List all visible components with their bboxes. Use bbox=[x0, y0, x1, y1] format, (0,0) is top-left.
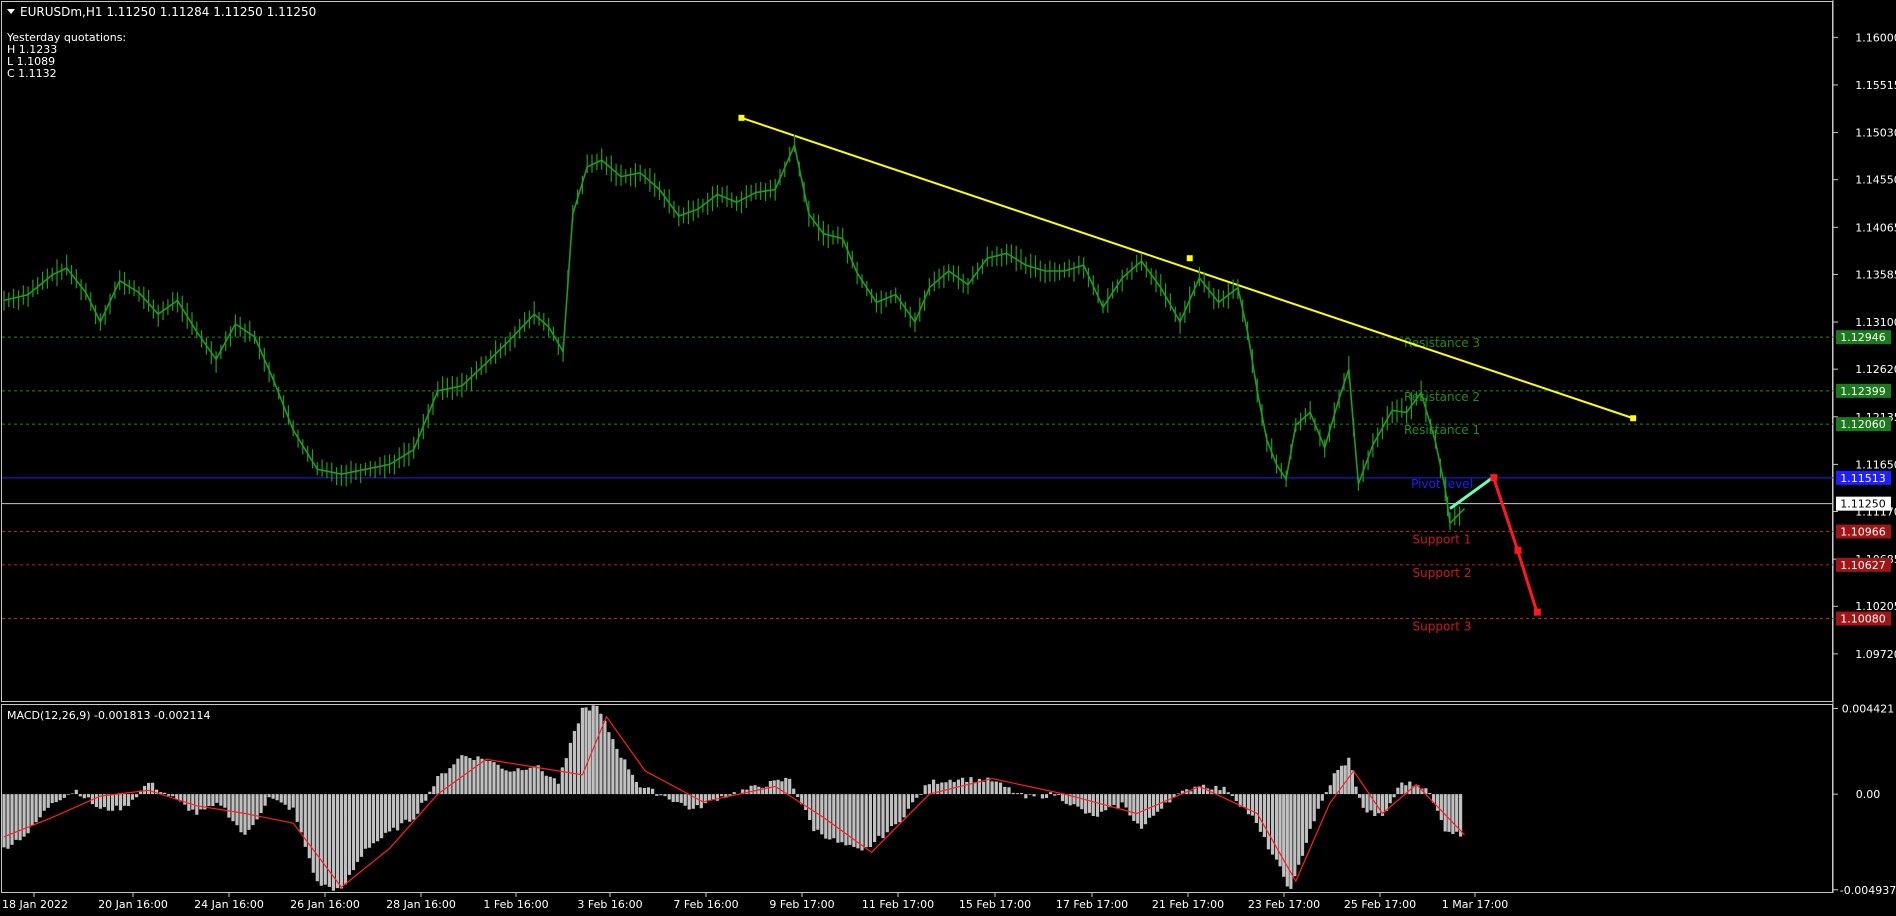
time-axis: 18 Jan 2022 20 Jan 16:00 24 Jan 16:00 26 Ja… bbox=[2, 893, 1508, 911]
price-candles bbox=[3, 134, 1461, 530]
macd-indicator bbox=[2, 705, 1465, 891]
macd-tick-label: -0.004937 bbox=[1840, 884, 1896, 897]
forecast-down-arrow bbox=[1491, 476, 1519, 551]
price-tick-label: 1.13100 bbox=[1855, 316, 1896, 329]
time-tick-label: 3 Feb 16:00 bbox=[577, 898, 642, 911]
trendline[interactable] bbox=[741, 116, 1634, 420]
time-tick-label: 9 Feb 17:00 bbox=[769, 898, 834, 911]
level-price-value: 1.12060 bbox=[1840, 418, 1886, 431]
time-tick-label: 11 Feb 17:00 bbox=[862, 898, 934, 911]
macd-axis: 0.004421 0.00 -0.004937 bbox=[1833, 702, 1896, 897]
time-tick-label: 20 Jan 16:00 bbox=[98, 898, 168, 911]
time-tick-label: 21 Feb 17:00 bbox=[1152, 898, 1224, 911]
macd-tick-label: 0.00 bbox=[1856, 788, 1881, 801]
trendline-group[interactable] bbox=[738, 114, 1637, 422]
price-tick-label: 1.14550 bbox=[1855, 174, 1896, 187]
time-tick-label: 23 Feb 17:00 bbox=[1248, 898, 1320, 911]
time-tick-label: 1 Mar 17:00 bbox=[1442, 898, 1508, 911]
symbol-header: EURUSDm,H1 1.11250 1.11284 1.11250 1.112… bbox=[20, 5, 316, 19]
price-tick-label: 1.11650 bbox=[1855, 458, 1896, 471]
time-tick-label: 1 Feb 16:00 bbox=[483, 898, 548, 911]
trendline-anchor[interactable] bbox=[738, 114, 745, 121]
yesterday-close: C 1.1132 bbox=[7, 67, 57, 80]
trendline-anchor[interactable] bbox=[1186, 255, 1193, 262]
time-tick-label: 24 Jan 16:00 bbox=[194, 898, 264, 911]
time-tick-label: 17 Feb 17:00 bbox=[1056, 898, 1128, 911]
price-tick-label: 1.16000 bbox=[1855, 31, 1896, 44]
level-label: Resistance 1 bbox=[1404, 423, 1480, 437]
price-tick-label: 1.14065 bbox=[1855, 221, 1896, 234]
macd-title: MACD(12,26,9) -0.001813 -0.002114 bbox=[7, 709, 210, 722]
chart-canvas[interactable]: Resistance 3Resistance 2Resistance 1Pivo… bbox=[0, 0, 1896, 916]
macd-tick-label: 0.004421 bbox=[1842, 702, 1895, 715]
level-label: Support 3 bbox=[1413, 620, 1472, 634]
time-tick-label: 18 Jan 2022 bbox=[2, 898, 68, 911]
price-panel-frame bbox=[1, 1, 1833, 702]
level-price-value: 1.12399 bbox=[1840, 385, 1886, 398]
level-label: Resistance 3 bbox=[1404, 336, 1480, 350]
time-tick-label: 28 Jan 16:00 bbox=[386, 898, 456, 911]
level-label: Support 1 bbox=[1413, 533, 1472, 547]
price-tick-label: 1.13585 bbox=[1855, 268, 1896, 281]
price-tick-label: 1.15515 bbox=[1855, 79, 1896, 92]
price-tick-label: 1.10205 bbox=[1855, 600, 1896, 613]
time-tick-label: 7 Feb 16:00 bbox=[673, 898, 738, 911]
forecast-point bbox=[1533, 608, 1541, 616]
forecast-point bbox=[1514, 546, 1522, 554]
triangle-down-icon[interactable] bbox=[7, 9, 15, 14]
time-tick-label: 25 Feb 17:00 bbox=[1344, 898, 1416, 911]
level-price-value: 1.10966 bbox=[1840, 526, 1886, 539]
price-tick-label: 1.15030 bbox=[1855, 127, 1896, 140]
price-series bbox=[3, 134, 1466, 530]
time-tick-label: 26 Jan 16:00 bbox=[290, 898, 360, 911]
chart-window[interactable]: Resistance 3 Resistance 2 Resistance 1 Pivo… bbox=[0, 0, 1896, 916]
time-tick-label: 15 Feb 17:00 bbox=[959, 898, 1031, 911]
level-price-value: 1.11513 bbox=[1840, 472, 1886, 485]
level-price-value: 1.10080 bbox=[1840, 613, 1886, 626]
price-tick-label: 1.12620 bbox=[1855, 363, 1896, 376]
trendline-anchor[interactable] bbox=[1630, 415, 1637, 422]
level-label: Support 2 bbox=[1413, 566, 1472, 580]
macd-histogram bbox=[2, 705, 1463, 891]
level-price-value: 1.11250 bbox=[1840, 498, 1886, 511]
price-close-line bbox=[3, 142, 1466, 526]
level-price-value: 1.10627 bbox=[1840, 559, 1886, 572]
level-price-value: 1.12946 bbox=[1840, 331, 1886, 344]
price-tick-label: 1.09720 bbox=[1855, 648, 1896, 661]
level-label: Pivot level bbox=[1411, 477, 1473, 491]
forecast-point bbox=[1490, 474, 1498, 482]
forecast-down-arrow bbox=[1516, 549, 1539, 613]
level-lines: Resistance 3Resistance 2Resistance 1Pivo… bbox=[2, 336, 1833, 634]
